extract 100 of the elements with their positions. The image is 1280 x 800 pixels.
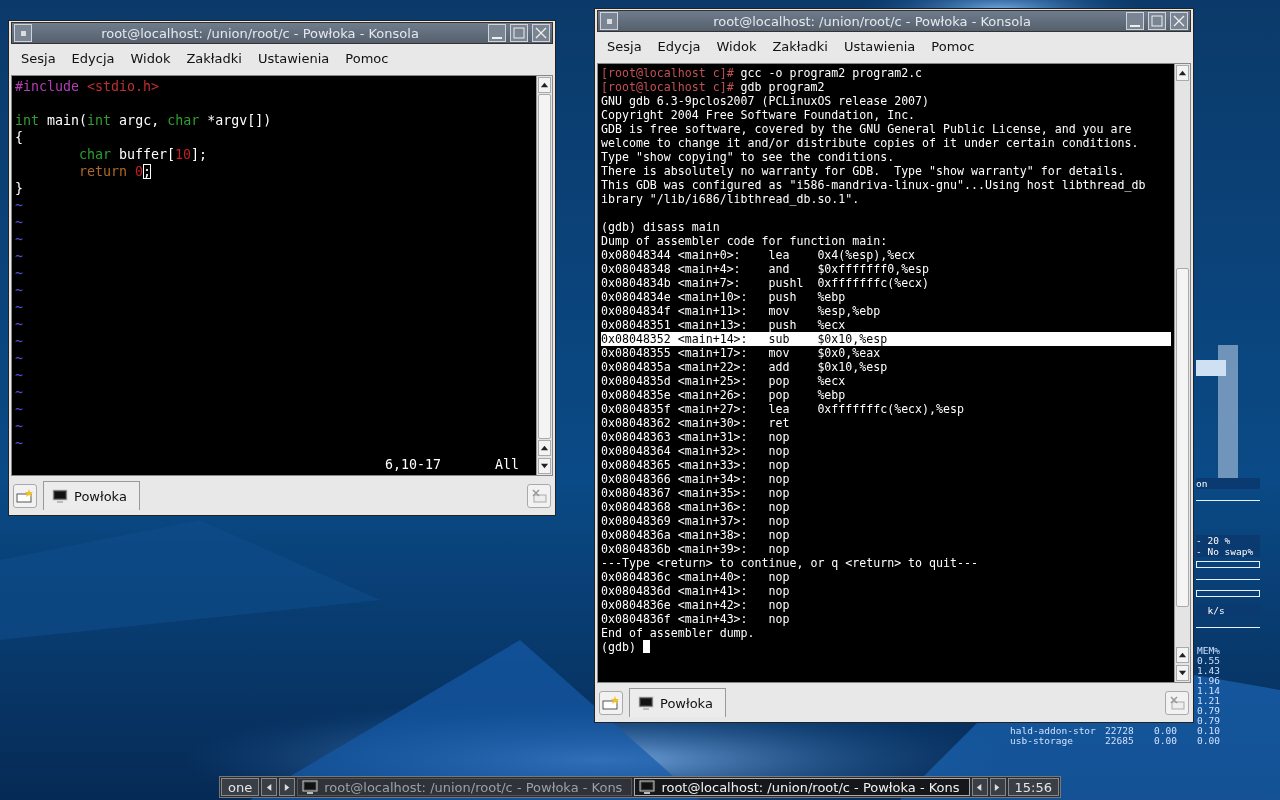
- terminal-line: 0x08048348 <main+4>: and $0xfffffff0,%esp: [601, 262, 931, 276]
- menu-item[interactable]: Widok: [122, 50, 179, 66]
- menu-item[interactable]: Edycja: [63, 50, 123, 66]
- process-id: 22728: [1105, 726, 1135, 736]
- previous-button[interactable]: [971, 778, 988, 796]
- menu-item[interactable]: Ustawienia: [835, 38, 924, 54]
- terminal-line: [root@localhost c]# gcc -o program2 program2.c: [601, 66, 924, 80]
- scrollbar[interactable]: [536, 76, 552, 475]
- memory-value: 1.21: [1197, 696, 1221, 706]
- maximize-icon: [1151, 15, 1163, 27]
- left-arrow-icon: [264, 782, 274, 792]
- desktop-switcher[interactable]: one: [221, 778, 260, 796]
- memory-value: 0.00: [1197, 736, 1221, 746]
- terminal-line: 0x08048351 <main+13>: push %ecx: [601, 318, 847, 332]
- terminal-line: ibrary "/lib/i686/libthread_db.so.1".: [601, 192, 861, 206]
- close-tab-button[interactable]: [527, 484, 551, 508]
- menu-item[interactable]: Pomoc: [923, 38, 983, 54]
- empty-line-marker: ~: [15, 350, 24, 367]
- code-line: int main(int argc, char *argv[]): [15, 112, 273, 129]
- new-tab-icon: [16, 488, 34, 504]
- clock: 15:56: [1007, 778, 1059, 796]
- empty-line-marker: ~: [15, 282, 24, 299]
- empty-line-marker: ~: [15, 214, 24, 231]
- next-button[interactable]: [989, 778, 1006, 796]
- terminal-line: 0x0804834e <main+10>: push %ebp: [601, 290, 847, 304]
- terminal-line: This GDB was configured as "i586-mandriva-linux-gnu"...Using host libthread_db: [601, 178, 1147, 192]
- up-arrow-icon: [1178, 650, 1187, 660]
- window-menu-button[interactable]: [600, 12, 618, 30]
- up-arrow-icon: [540, 80, 549, 90]
- terminal-line: Copyright 2004 Free Software Foundation, Inc.: [601, 108, 917, 122]
- menu-item[interactable]: Zakładki: [764, 38, 836, 54]
- terminal-line: 0x08048363 <main+31>: nop: [601, 430, 791, 444]
- cpu-value: 0.00: [1154, 726, 1178, 736]
- close-button[interactable]: [532, 24, 550, 42]
- taskbar-task[interactable]: root@localhost: /union/root/c - Powłoka - Kons: [634, 778, 970, 796]
- close-tab-icon: [1168, 695, 1186, 711]
- terminal-line: 0x08048369 <main+37>: nop: [601, 514, 791, 528]
- maximize-button[interactable]: [510, 24, 528, 42]
- session-tab[interactable]: Powłoka: [629, 688, 726, 717]
- terminal-line: End of assembler dump.: [601, 626, 756, 640]
- minimize-button[interactable]: [1126, 12, 1144, 30]
- terminal-line: (gdb): [601, 640, 1171, 654]
- empty-line-marker: ~: [15, 265, 24, 282]
- close-button[interactable]: [1170, 12, 1188, 30]
- menu-item[interactable]: Pomoc: [337, 50, 397, 66]
- close-tab-button[interactable]: [1165, 691, 1189, 715]
- next-button[interactable]: [279, 778, 296, 796]
- cpu-value: 0.00: [1154, 736, 1178, 746]
- new-tab-button[interactable]: [13, 484, 37, 508]
- terminal-line: [root@localhost c]# gdb program2: [601, 80, 826, 94]
- menu-item[interactable]: Widok: [708, 38, 765, 54]
- column-heading: MEM%: [1197, 646, 1221, 656]
- memory-value: 0.79: [1197, 716, 1221, 726]
- terminal-line: 0x0804834b <main+7>: pushl 0xfffffffc(%ecx): [601, 276, 931, 290]
- empty-line-marker: ~: [15, 418, 24, 435]
- taskbar-task[interactable]: root@localhost: /union/root/c - Powłoka - Kons: [297, 778, 633, 796]
- terminal-line: welcome to change it and/or distribute copies of it under certain conditions.: [601, 136, 1140, 150]
- menu-item[interactable]: Edycja: [649, 38, 709, 54]
- terminal-line: Type "show copying" to see the conditions.: [601, 150, 896, 164]
- close-icon: [1173, 15, 1185, 27]
- code-line: }: [15, 180, 24, 197]
- close-tab-icon: [530, 488, 548, 504]
- terminal-line: 0x0804836d <main+41>: nop: [601, 584, 791, 598]
- new-tab-button[interactable]: [599, 691, 623, 715]
- window-title: root@localhost: /union/root/c - Powłoka - Konsola: [712, 13, 1032, 29]
- code-line: {: [15, 129, 24, 146]
- process-name: hald-addon-stor: [1010, 726, 1097, 736]
- empty-line-marker: ~: [15, 333, 24, 350]
- window-title: root@localhost: /union/root/c - Powłoka - Konsola: [100, 25, 420, 41]
- monitor-text: k/s: [1196, 605, 1260, 616]
- menu-item[interactable]: Sesja: [13, 50, 64, 66]
- session-tab[interactable]: Powłoka: [43, 481, 140, 510]
- terminal-line: 0x08048344 <main+0>: lea 0x4(%esp),%ecx: [601, 248, 917, 262]
- usage-bar: [1196, 561, 1260, 568]
- monitor-icon: [302, 779, 319, 795]
- terminal-line: GNU gdb 6.3-9pclos2007 (PCLinuxOS release 2007): [601, 94, 931, 108]
- previous-button[interactable]: [261, 778, 278, 796]
- menu-item[interactable]: Sesja: [599, 38, 650, 54]
- terminal-line: 0x0804835e <main+26>: pop %ebp: [601, 388, 847, 402]
- terminal-line: 0x08048364 <main+32>: nop: [601, 444, 791, 458]
- memory-value: 1.14: [1197, 686, 1221, 696]
- terminal-line: 0x08048368 <main+36>: nop: [601, 500, 791, 514]
- scrollbar[interactable]: [1174, 64, 1190, 682]
- window-menu-button[interactable]: [14, 24, 32, 42]
- menu-item[interactable]: Zakładki: [178, 50, 250, 66]
- monitor-icon: [52, 488, 68, 504]
- down-arrow-icon: [1178, 668, 1187, 678]
- maximize-button[interactable]: [1148, 12, 1166, 30]
- terminal-line: 0x08048355 <main+17>: mov $0x0,%eax: [601, 346, 882, 360]
- terminal-line: 0x08048367 <main+35>: nop: [601, 486, 791, 500]
- terminal-line: 0x0804835a <main+22>: add $0x10,%esp: [601, 360, 889, 374]
- memory-value: 1.43: [1197, 666, 1221, 676]
- cursor-position: 6,10-17: [384, 456, 441, 473]
- code-line: char buffer[10];: [78, 146, 209, 163]
- terminal-line: 0x0804835f <main+27>: lea 0xfffffffc(%ecx),%esp: [601, 402, 965, 416]
- menu-item[interactable]: Ustawienia: [249, 50, 338, 66]
- minimize-button[interactable]: [488, 24, 506, 42]
- close-icon: [535, 27, 547, 39]
- empty-line-marker: ~: [15, 367, 24, 384]
- up-arrow-icon: [1178, 68, 1187, 78]
